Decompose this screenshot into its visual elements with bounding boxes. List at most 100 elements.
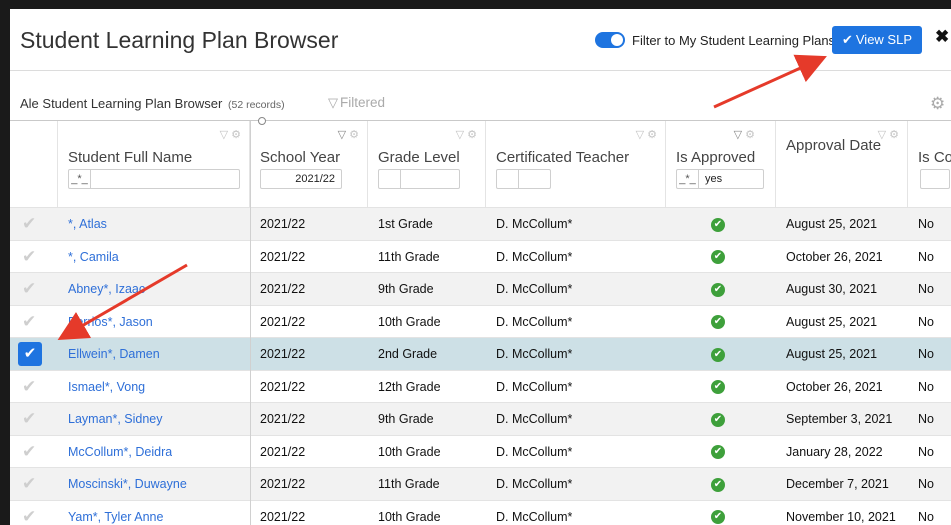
record-count: (52 records) — [227, 99, 285, 111]
filter-icon[interactable]: ▽ — [734, 129, 742, 141]
student-name-link[interactable]: *, Atlas — [68, 208, 107, 240]
column-controls[interactable]: ▽ ⚙ — [335, 128, 359, 141]
row-select-checkmark-icon[interactable]: ✔ — [22, 501, 46, 525]
teacher-cell: D. McCollum* — [496, 444, 573, 459]
school-year-cell: 2021/22 — [260, 379, 306, 394]
approved-check-icon: ✔ — [711, 412, 725, 427]
column-controls[interactable]: ▽ ⚙ — [731, 128, 755, 141]
row-select-checkmark-icon[interactable]: ✔ — [22, 436, 46, 468]
row-select-checkmark-icon[interactable]: ✔ — [22, 306, 46, 338]
filtered-indicator[interactable]: ▽ Filtered — [328, 95, 385, 111]
gear-icon[interactable]: ⚙ — [889, 129, 899, 141]
row-select-checkmark-icon[interactable]: ✔ — [22, 371, 46, 403]
is-co-cell: No — [918, 314, 934, 329]
student-name-link[interactable]: Ellwein*, Damen — [68, 338, 160, 370]
teacher-cell: D. McCollum* — [496, 379, 573, 394]
approval-date-cell: August 25, 2021 — [786, 217, 878, 231]
grade-level-cell: 11th Grade — [378, 249, 440, 264]
row-select-checkmark-icon[interactable]: ✔ — [18, 342, 42, 366]
table-row[interactable]: ✔ Ismael*, Vong 2021/22 12th Grade D. McColl… — [10, 369, 951, 403]
column-controls[interactable]: ▽ ⚙ — [217, 128, 241, 141]
table-row[interactable]: ✔ Layman*, Sidney 2021/22 9th Grade D. McCol… — [10, 402, 951, 435]
gear-icon[interactable]: ⚙ — [349, 129, 359, 141]
student-name-link[interactable]: Berrios*, Jason — [68, 306, 153, 338]
gear-icon[interactable]: ⚙ — [467, 129, 477, 141]
student-name-link[interactable]: Ismael*, Vong — [68, 371, 145, 403]
browser-title: Ale Student Learning Plan Browser (52 re… — [20, 96, 285, 111]
is-co-filter-input[interactable] — [920, 169, 950, 189]
name-filter-input[interactable]: _*_ — [68, 169, 240, 189]
approval-date-cell: August 30, 2021 — [786, 282, 878, 296]
table-row[interactable]: ✔ Abney*, Izaac 2021/22 9th Grade D. McCollu… — [10, 272, 951, 305]
filter-icon[interactable]: ▽ — [338, 129, 346, 141]
table-row[interactable]: ✔ Yam*, Tyler Anne 2021/22 10th Grade D. McC… — [10, 499, 951, 525]
school-year-cell: 2021/22 — [260, 314, 306, 329]
school-year-filter-input[interactable]: 2021/22 — [260, 169, 342, 189]
column-controls[interactable]: ▽ ⚙ — [633, 128, 657, 141]
filter-icon[interactable]: ▽ — [220, 129, 228, 141]
gear-icon[interactable]: ⚙ — [930, 94, 945, 114]
view-slp-button[interactable]: ✔ View SLP — [832, 26, 922, 54]
grade-level-cell: 10th Grade — [378, 444, 441, 459]
table-row[interactable]: ✔ McCollum*, Deidra 2021/22 10th Grade D. Mc… — [10, 434, 951, 468]
approved-check-icon: ✔ — [711, 477, 725, 492]
approval-date-cell: December 7, 2021 — [786, 477, 889, 491]
filter-icon[interactable]: ▽ — [636, 129, 644, 141]
filter-icon[interactable]: ▽ — [456, 129, 464, 141]
student-name-link[interactable]: *, Camila — [68, 241, 119, 273]
teacher-filter-input[interactable] — [496, 169, 551, 189]
column-header-teacher[interactable]: ▽ ⚙ Certificated Teacher — [486, 121, 666, 207]
school-year-cell: 2021/22 — [260, 347, 306, 361]
row-select-checkmark-icon[interactable]: ✔ — [22, 403, 46, 435]
school-year-cell: 2021/22 — [260, 217, 306, 231]
gear-icon[interactable]: ⚙ — [231, 129, 241, 141]
column-header-school-year[interactable]: ▽ ⚙ School Year 2021/22 — [250, 121, 368, 207]
filter-operator[interactable]: _*_ — [677, 170, 699, 188]
grade-level-cell: 12th Grade — [378, 379, 441, 394]
row-select-checkmark-icon[interactable]: ✔ — [22, 208, 46, 240]
table-row[interactable]: ✔ *, Atlas 2021/22 1st Grade D. McCollum* ✔ Au… — [10, 207, 951, 240]
select-column-header — [10, 121, 58, 207]
teacher-cell: D. McCollum* — [496, 314, 573, 329]
filter-operator[interactable] — [497, 170, 519, 188]
column-header-grade-level[interactable]: ▽ ⚙ Grade Level — [368, 121, 486, 207]
column-label: Certificated Teacher — [496, 149, 630, 166]
approved-check-icon: ✔ — [711, 510, 725, 525]
grade-level-cell: 1st Grade — [378, 217, 433, 231]
close-icon[interactable]: ✖ — [935, 27, 949, 47]
table-row[interactable]: ✔ Moscinski*, Duwayne 2021/22 11th Grade D. … — [10, 467, 951, 500]
student-name-link[interactable]: Moscinski*, Duwayne — [68, 468, 187, 500]
table-row[interactable]: ✔ *, Camila 2021/22 11th Grade D. McCollum* ✔… — [10, 239, 951, 273]
gear-icon[interactable]: ⚙ — [745, 129, 755, 141]
row-select-checkmark-icon[interactable]: ✔ — [22, 241, 46, 273]
filter-toggle[interactable] — [595, 32, 625, 48]
grade-level-cell: 9th Grade — [378, 412, 434, 426]
column-header-is-co[interactable]: Is Co — [908, 121, 951, 207]
teacher-cell: D. McCollum* — [496, 412, 573, 426]
column-controls[interactable]: ▽ ⚙ — [453, 128, 477, 141]
filter-operator[interactable] — [379, 170, 401, 188]
row-select-checkmark-icon[interactable]: ✔ — [22, 468, 46, 500]
column-header-is-approved[interactable]: ▽ ⚙ Is Approved _*_ yes — [666, 121, 776, 207]
row-select-checkmark-icon[interactable]: ✔ — [22, 273, 46, 305]
student-name-link[interactable]: Layman*, Sidney — [68, 403, 163, 435]
grade-level-cell: 10th Grade — [378, 509, 441, 524]
grade-level-filter-input[interactable] — [378, 169, 460, 189]
column-header-student-name[interactable]: ▽ ⚙ Student Full Name _*_ — [58, 121, 250, 207]
column-header-approval-date[interactable]: ▽ ⚙ Approval Date — [776, 121, 908, 207]
filter-operator[interactable]: _*_ — [69, 170, 91, 188]
approved-check-icon: ✔ — [711, 445, 725, 460]
table-row[interactable]: ✔ Berrios*, Jason 2021/22 10th Grade D. McCo… — [10, 304, 951, 338]
student-name-link[interactable]: Yam*, Tyler Anne — [68, 501, 163, 525]
approved-filter-input[interactable]: _*_ yes — [676, 169, 764, 189]
student-name-link[interactable]: McCollum*, Deidra — [68, 436, 172, 468]
table-row[interactable]: ✔ Ellwein*, Damen 2021/22 2nd Grade D. McCol… — [10, 337, 951, 370]
approval-date-cell: October 26, 2021 — [786, 249, 883, 264]
gear-icon[interactable]: ⚙ — [647, 129, 657, 141]
approved-check-icon: ✔ — [711, 282, 725, 297]
column-resize-handle[interactable] — [258, 117, 266, 125]
filter-value: yes — [705, 173, 723, 185]
is-co-cell: No — [918, 412, 934, 426]
approval-date-cell: November 10, 2021 — [786, 509, 896, 524]
student-name-link[interactable]: Abney*, Izaac — [68, 273, 145, 305]
